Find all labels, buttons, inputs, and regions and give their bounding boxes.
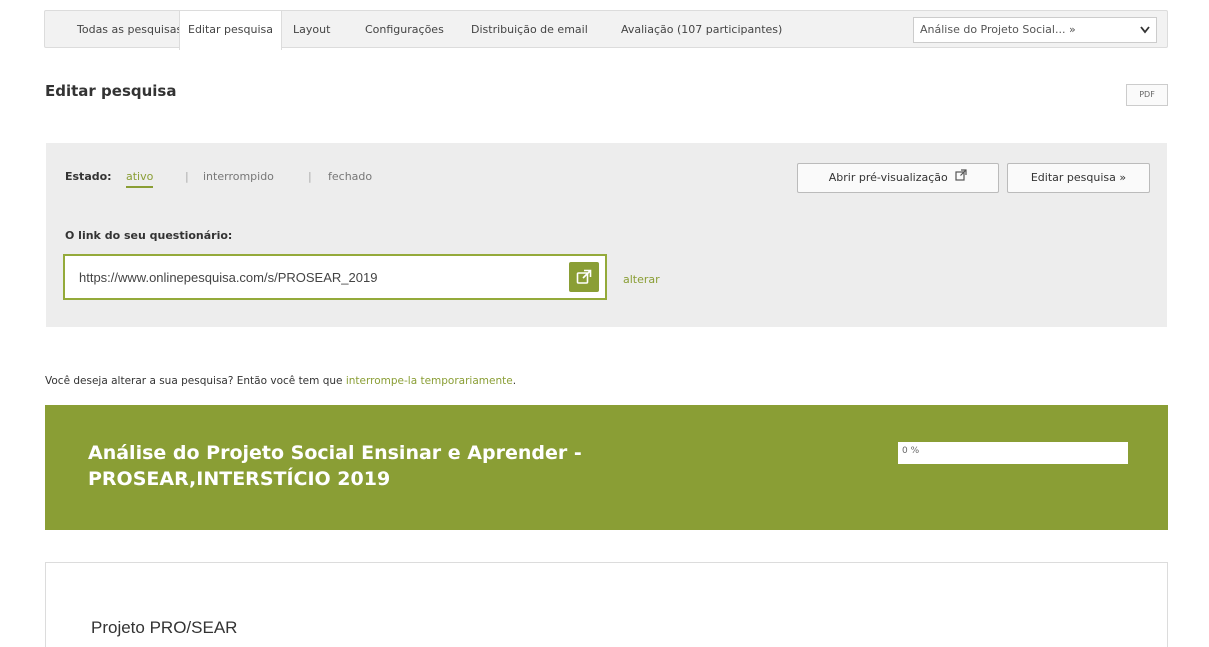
tab-layout[interactable]: Layout <box>285 11 338 49</box>
external-link-icon <box>576 269 592 289</box>
state-label: Estado: <box>65 170 112 183</box>
survey-title-line2: PROSEAR,INTERSTÍCIO 2019 <box>88 468 391 490</box>
survey-select-value: Análise do Projeto Social... » <box>920 23 1076 36</box>
section-title: Projeto PRO/SEAR <box>91 618 238 637</box>
progress-bar: 0 % <box>898 442 1128 464</box>
tab-evaluation[interactable]: Avaliação (107 participantes) <box>613 11 790 49</box>
notice-text: Você deseja alterar a sua pesquisa? Entã… <box>45 375 346 387</box>
survey-section-card: Projeto PRO/SEAR <box>45 562 1168 647</box>
interrupt-link[interactable]: interrompe-la temporariamente <box>346 375 513 387</box>
state-active[interactable]: ativo <box>126 170 154 188</box>
change-link-link[interactable]: alterar <box>623 273 660 286</box>
chevron-down-icon <box>1140 18 1150 50</box>
pdf-button[interactable]: PDF <box>1126 84 1168 106</box>
tab-all-surveys[interactable]: Todas as pesquisas <box>69 11 190 49</box>
survey-banner: Análise do Projeto Social Ensinar e Apre… <box>45 405 1168 530</box>
open-link-button[interactable] <box>569 262 599 292</box>
open-preview-button[interactable]: Abrir pré-visualização <box>797 163 999 193</box>
survey-link-url[interactable]: https://www.onlinepesquisa.com/s/PROSEAR… <box>79 270 377 285</box>
status-panel: Estado: ativo | interrompido | fechado A… <box>46 143 1167 327</box>
link-label: O link do seu questionário: <box>65 229 233 242</box>
external-link-icon <box>955 164 967 192</box>
survey-link-field[interactable]: https://www.onlinepesquisa.com/s/PROSEAR… <box>63 254 607 300</box>
progress-text: 0 % <box>902 446 920 456</box>
tab-email-distribution[interactable]: Distribuição de email <box>463 11 596 49</box>
edit-notice: Você deseja alterar a sua pesquisa? Entã… <box>45 375 516 387</box>
survey-title-line1: Análise do Projeto Social Ensinar e Apre… <box>88 442 582 464</box>
notice-suffix: . <box>512 375 517 387</box>
page-title: Editar pesquisa <box>45 82 177 100</box>
state-separator: | <box>308 170 312 183</box>
survey-title: Análise do Projeto Social Ensinar e Apre… <box>88 440 708 492</box>
top-navigation: Todas as pesquisas Editar pesquisa Layou… <box>44 10 1168 50</box>
state-separator: | <box>185 170 189 183</box>
open-preview-label: Abrir pré-visualização <box>828 171 948 184</box>
edit-survey-button[interactable]: Editar pesquisa » <box>1007 163 1150 193</box>
tab-edit-survey[interactable]: Editar pesquisa <box>179 11 283 50</box>
state-interrupted[interactable]: interrompido <box>203 170 274 183</box>
state-closed[interactable]: fechado <box>328 170 372 183</box>
survey-select[interactable]: Análise do Projeto Social... » <box>913 17 1157 43</box>
tab-settings[interactable]: Configurações <box>357 11 452 49</box>
